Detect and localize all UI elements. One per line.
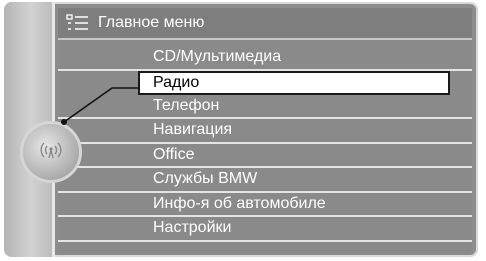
menu-item-bmw-services[interactable]: Службы BMW — [58, 168, 472, 193]
controller-knob[interactable] — [20, 121, 82, 183]
menu-item-navigation[interactable]: Навигация — [58, 119, 472, 144]
menu-item-office[interactable]: Office — [58, 144, 472, 168]
menu-item-settings[interactable]: Настройки — [58, 217, 472, 242]
header: Главное меню — [58, 8, 472, 40]
menu-item-vehicle-info[interactable]: Инфо-я об автомобиле — [58, 193, 472, 217]
idrive-screen: Главное меню CD/Мультимедиа Радио Телефо… — [0, 0, 486, 261]
menu-item-radio[interactable]: Радио — [138, 70, 450, 95]
page-title: Главное меню — [98, 14, 205, 31]
main-menu-panel: Главное меню CD/Мультимедиа Радио Телефо… — [58, 8, 472, 252]
menu-item-cd-multimedia[interactable]: CD/Мультимедиа — [58, 46, 472, 71]
menu-list-icon — [66, 13, 90, 33]
radio-antenna-icon — [38, 139, 64, 166]
main-menu-list: CD/Мультимедиа Радио Телефон Навигация O… — [58, 46, 472, 242]
display-frame: Главное меню CD/Мультимедиа Радио Телефо… — [4, 2, 478, 257]
menu-item-telephone[interactable]: Телефон — [58, 95, 472, 119]
